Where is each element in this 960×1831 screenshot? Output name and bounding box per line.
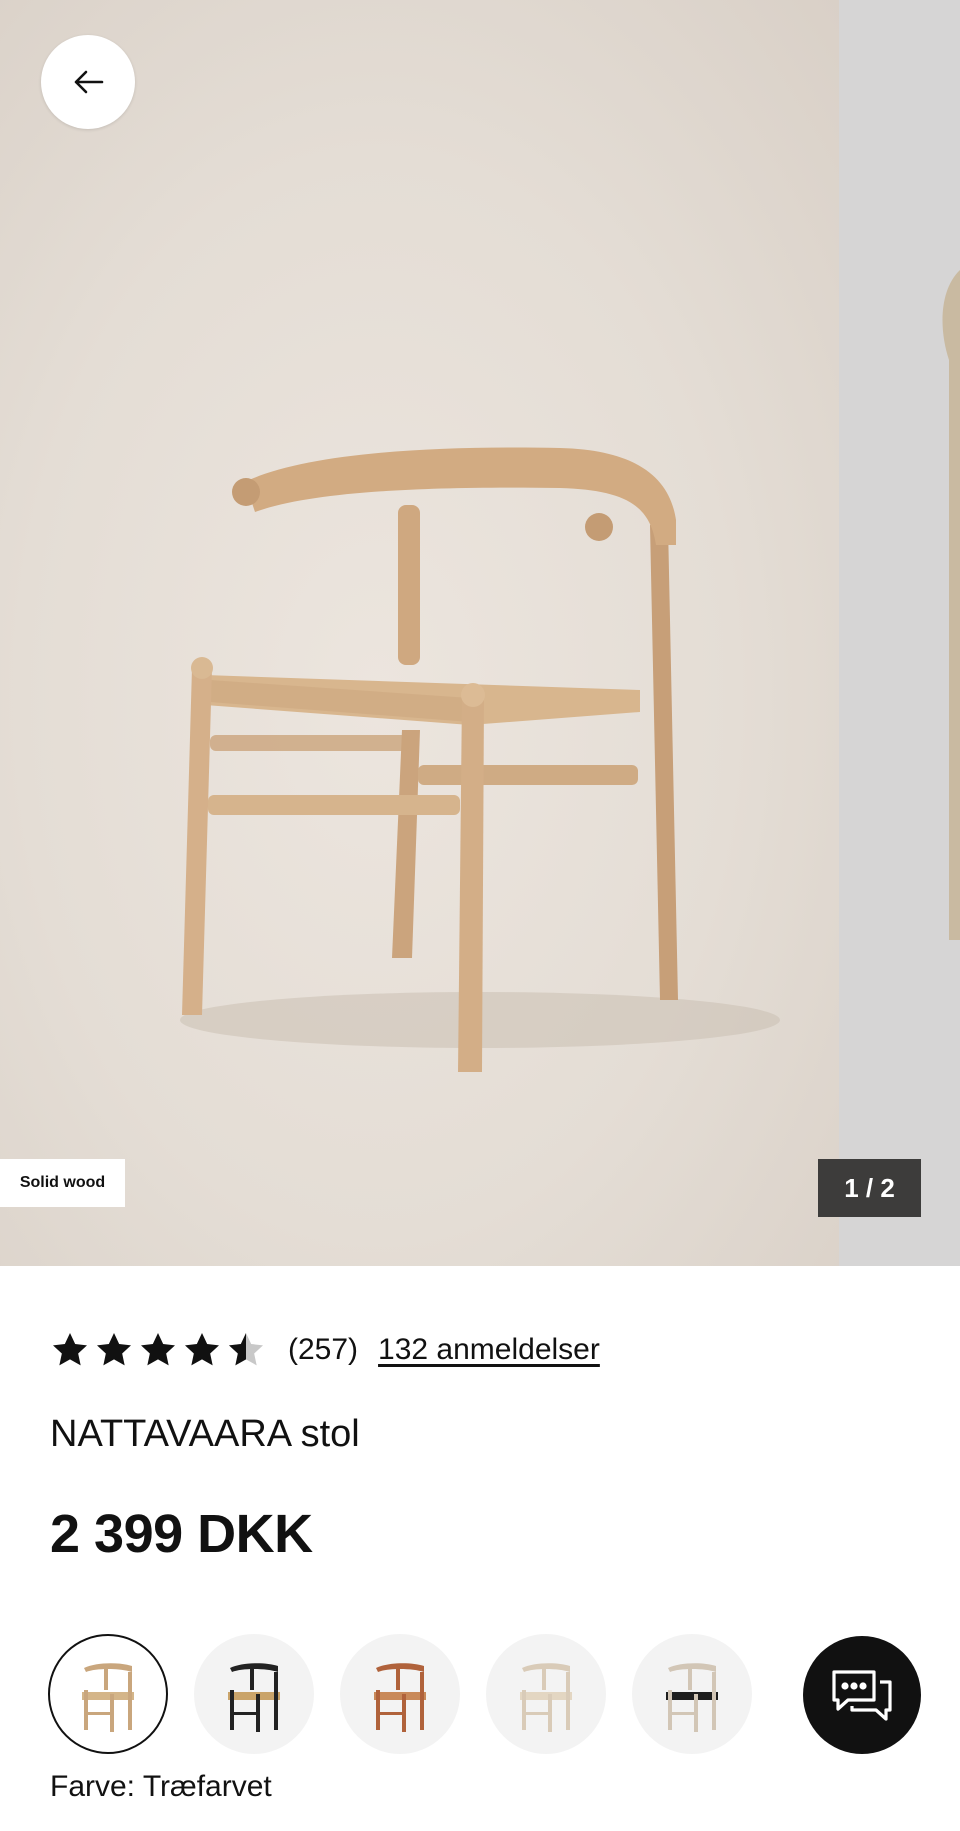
swatch-reddish-brown[interactable] [340, 1634, 460, 1754]
solid-wood-badge: Solid wood [0, 1159, 125, 1207]
rating-row: (257) 132 anmeldelser [50, 1326, 600, 1374]
swatch-white-wash[interactable] [486, 1634, 606, 1754]
back-button[interactable] [41, 35, 135, 129]
half-star-icon [229, 1333, 263, 1366]
chair-swatch-icon [82, 1663, 134, 1732]
chair-swatch-icon [228, 1663, 280, 1732]
star-icon [97, 1333, 131, 1366]
product-image [0, 0, 839, 1266]
selected-color-label: Farve: Træfarvet [50, 1770, 272, 1803]
chair-swatch-icon [520, 1663, 572, 1732]
chat-bubbles-icon [832, 1670, 892, 1721]
reviews-link[interactable]: 132 anmeldelser [378, 1333, 600, 1367]
swatch-wood[interactable] [48, 1634, 168, 1754]
swatch-white-black-seat[interactable] [632, 1634, 752, 1754]
product-title: NATTAVAARA stol [50, 1413, 360, 1455]
rating-count: (257) [288, 1333, 359, 1366]
chair-swatch-icon [374, 1663, 426, 1732]
chat-button[interactable] [803, 1636, 921, 1754]
next-product-image-peek[interactable] [839, 0, 960, 1266]
next-image-fragment [942, 270, 960, 940]
chair-photo [180, 447, 780, 1072]
product-price: 2 399 DKK [50, 1504, 313, 1564]
image-counter: 1 / 2 [818, 1159, 921, 1217]
star-icon [141, 1333, 175, 1366]
star-icon [185, 1333, 219, 1366]
star-icon [53, 1333, 87, 1366]
arrow-left-icon [74, 70, 104, 94]
chair-swatch-icon [666, 1663, 718, 1732]
swatch-black[interactable] [194, 1634, 314, 1754]
product-image-gallery[interactable]: Solid wood 1 / 2 [0, 0, 960, 1266]
rating-stars [50, 1330, 266, 1370]
